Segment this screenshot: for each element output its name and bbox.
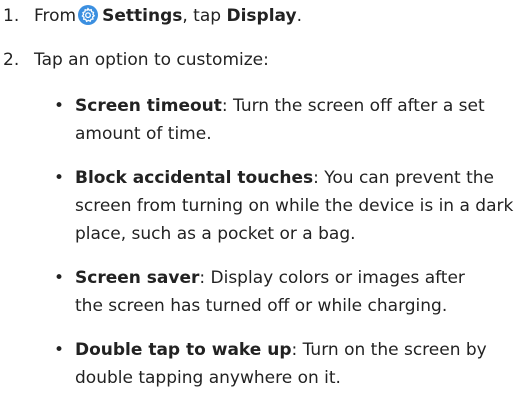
option-term: Double tap to wake up	[75, 340, 292, 360]
option-term: Block accidental touches	[75, 168, 314, 188]
step-1-pre: From	[34, 6, 77, 26]
option-desc-rest: amount of time.	[75, 124, 212, 144]
option-term: Screen saver	[75, 268, 200, 288]
option-text: Double tap to wake up: Turn on the scree…	[75, 336, 530, 392]
bullet-dot: •	[54, 96, 65, 116]
gear-icon	[78, 5, 99, 25]
option-desc-rest: the screen has turned off or while charg…	[75, 296, 448, 316]
bullet-dot: •	[54, 168, 65, 188]
display-link: Display	[226, 6, 297, 26]
option-text: Block accidental touches: You can preven…	[75, 164, 525, 248]
option-desc-line1: : Turn on the screen by	[291, 340, 487, 360]
option-desc-line1: : Display colors or images after	[199, 268, 465, 288]
option-desc-line1: : You can prevent the	[313, 168, 495, 188]
step-number: 2.	[3, 50, 20, 70]
bullet-dot: •	[54, 340, 65, 360]
option-desc-rest: double tapping anywhere on it.	[75, 368, 341, 388]
step-text: Tap an option to customize:	[34, 50, 269, 70]
option-term: Screen timeout	[75, 96, 222, 116]
bullet-dot: •	[54, 268, 65, 288]
step-number: 1.	[3, 6, 20, 26]
step-1-mid: , tap	[182, 6, 222, 26]
step-text: From Settings, tap Display.	[34, 2, 302, 30]
settings-link: Settings	[102, 6, 183, 26]
option-desc-rest: screen from turning on while the device …	[75, 196, 514, 244]
option-desc-line1: : Turn the screen off after a set	[221, 96, 485, 116]
option-text: Screen timeout: Turn the screen off afte…	[75, 92, 530, 148]
step-1-end: .	[296, 6, 302, 26]
option-text: Screen saver: Display colors or images a…	[75, 264, 530, 320]
